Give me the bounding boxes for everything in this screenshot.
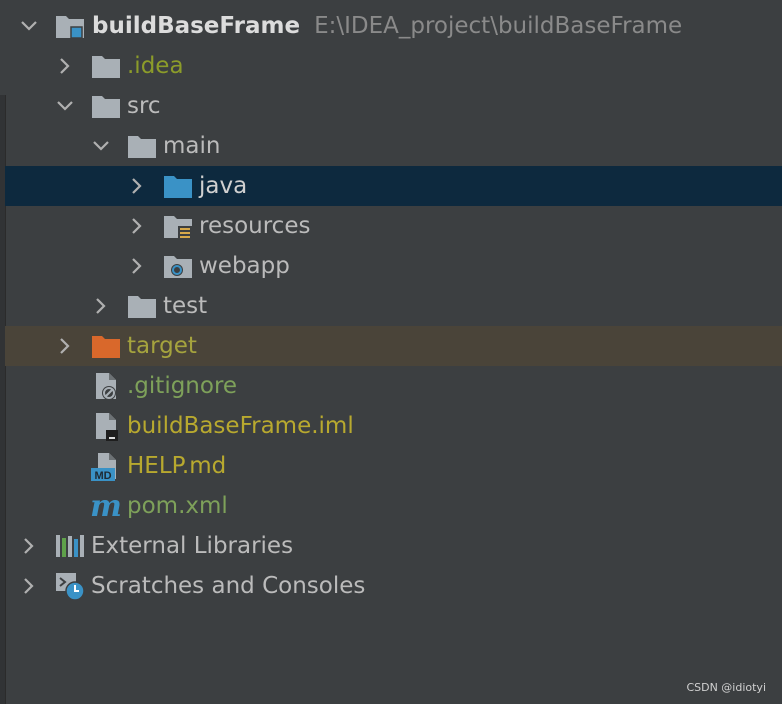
excluded-folder-icon <box>90 330 122 362</box>
project-name: buildBaseFrame <box>92 13 301 39</box>
tree-label-idea: .idea <box>127 53 184 79</box>
tree-row-pom[interactable]: m pom.xml <box>5 486 782 526</box>
folder-icon <box>90 90 122 122</box>
chevron-right-icon[interactable] <box>17 534 41 558</box>
maven-badge-text: m <box>90 490 122 522</box>
chevron-down-icon[interactable] <box>17 14 41 38</box>
library-icon <box>54 530 86 562</box>
folder-icon <box>126 290 158 322</box>
tree-row-external-libraries[interactable]: External Libraries <box>5 526 782 566</box>
folder-icon <box>90 50 122 82</box>
watermark: CSDN @idiotyi <box>686 681 766 694</box>
tree-row-src[interactable]: src <box>5 86 782 126</box>
chevron-right-icon[interactable] <box>53 54 77 78</box>
tree-label-main: main <box>163 133 221 159</box>
tree-row-main[interactable]: main <box>5 126 782 166</box>
tree-label-external-libraries: External Libraries <box>91 533 294 559</box>
scratches-icon <box>54 570 86 602</box>
module-file-icon <box>90 410 122 442</box>
chevron-right-icon[interactable] <box>89 294 113 318</box>
tree-label-iml: buildBaseFrame.iml <box>127 413 354 439</box>
tree-label-src: src <box>127 93 161 119</box>
tree-label-resources: resources <box>199 213 311 239</box>
chevron-right-icon[interactable] <box>53 334 77 358</box>
maven-file-icon: m <box>90 490 122 522</box>
resources-folder-icon <box>162 210 194 242</box>
web-folder-icon <box>162 250 194 282</box>
tree-row-test[interactable]: test <box>5 286 782 326</box>
chevron-right-icon[interactable] <box>125 174 149 198</box>
tree-label-help: HELP.md <box>127 453 227 479</box>
tree-row-idea[interactable]: .idea <box>5 46 782 86</box>
chevron-right-icon[interactable] <box>125 214 149 238</box>
tree-row-target[interactable]: target <box>5 326 782 366</box>
folder-icon <box>126 130 158 162</box>
tree-row-help[interactable]: MD HELP.md <box>5 446 782 486</box>
project-path: E:\IDEA_project\buildBaseFrame <box>314 13 683 39</box>
tree-label-scratches: Scratches and Consoles <box>91 573 366 599</box>
chevron-down-icon[interactable] <box>53 94 77 118</box>
tree-label-pom: pom.xml <box>127 493 228 519</box>
project-tree[interactable]: buildBaseFrame E:\IDEA_project\buildBaseF… <box>5 6 782 606</box>
chevron-right-icon[interactable] <box>17 574 41 598</box>
tree-row-webapp[interactable]: webapp <box>5 246 782 286</box>
tree-label-target: target <box>127 333 197 359</box>
markdown-file-icon: MD <box>90 450 122 482</box>
tree-label-java: java <box>199 173 248 199</box>
tree-label-webapp: webapp <box>199 253 290 279</box>
tree-row-scratches[interactable]: Scratches and Consoles <box>5 566 782 606</box>
tree-row-java[interactable]: java <box>5 166 782 206</box>
markdown-badge-text: MD <box>94 470 111 482</box>
tree-label-test: test <box>163 293 208 319</box>
ignore-file-icon <box>90 370 122 402</box>
chevron-down-icon[interactable] <box>89 134 113 158</box>
project-folder-icon <box>54 10 86 42</box>
tree-row-gitignore[interactable]: .gitignore <box>5 366 782 406</box>
tree-row-project-root[interactable]: buildBaseFrame E:\IDEA_project\buildBaseF… <box>5 6 782 46</box>
source-folder-icon <box>162 170 194 202</box>
tree-row-iml[interactable]: buildBaseFrame.iml <box>5 406 782 446</box>
chevron-right-icon[interactable] <box>125 254 149 278</box>
tree-label-gitignore: .gitignore <box>127 373 238 399</box>
tree-row-resources[interactable]: resources <box>5 206 782 246</box>
